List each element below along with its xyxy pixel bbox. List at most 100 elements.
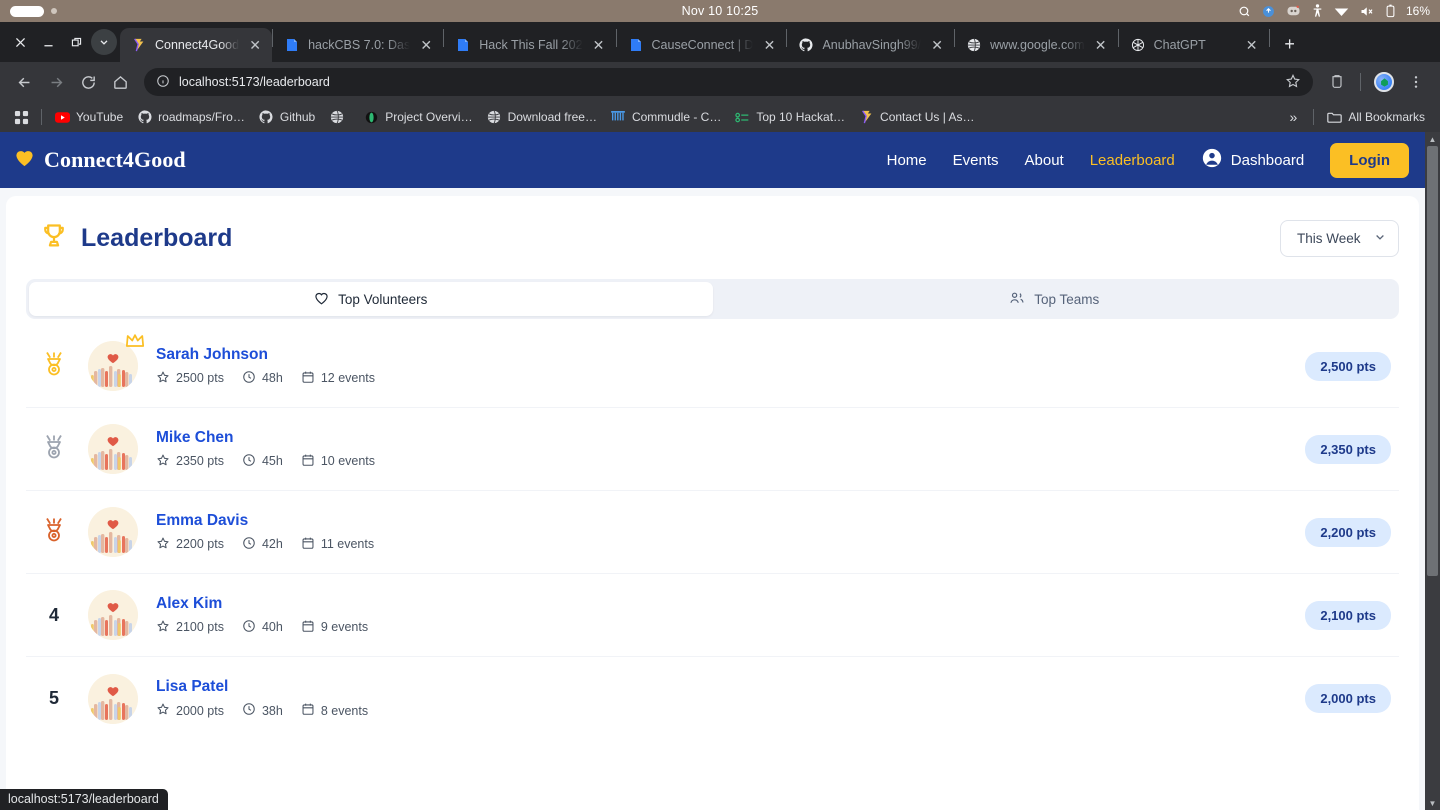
table-row[interactable]: Mike Chen 2350 pts 45h 10 events 2,350 p… [26, 408, 1399, 491]
apps-grid-icon[interactable] [8, 107, 35, 128]
extensions-icon[interactable] [1323, 68, 1351, 96]
kebab-menu-icon[interactable] [1402, 68, 1430, 96]
bookmark-item[interactable]: YouTube [48, 107, 130, 128]
avatar [88, 673, 138, 724]
tab-title: Hack This Fall 202 [479, 38, 583, 52]
browser-tab[interactable]: ChatGPT ✕ [1119, 28, 1269, 62]
address-bar[interactable]: localhost:5173/leaderboard [144, 68, 1313, 96]
github-icon [798, 37, 814, 53]
browser-tab[interactable]: Hack This Fall 202 ✕ [444, 28, 615, 62]
table-row[interactable]: 5 Lisa Patel 2000 pts 38h 8 events 2,000… [26, 657, 1399, 740]
bookmark-item[interactable]: Commudle - C… [604, 107, 728, 128]
accessibility-icon[interactable] [1312, 4, 1323, 18]
stat-events: 8 events [301, 702, 368, 719]
avatar [88, 334, 145, 391]
star-icon [156, 370, 170, 387]
new-tab-button[interactable]: + [1276, 30, 1304, 58]
stat-hours: 40h [242, 619, 283, 636]
reload-icon[interactable] [74, 68, 102, 96]
bookmark-item[interactable]: Github [252, 107, 322, 128]
battery-icon[interactable] [1386, 4, 1395, 18]
stat-value: 2500 pts [176, 371, 224, 385]
tab-close-icon[interactable]: ✕ [1244, 38, 1260, 52]
all-bookmarks-button[interactable]: All Bookmarks [1320, 107, 1432, 128]
stat-hours: 42h [242, 536, 283, 553]
os-clock: Nov 10 10:25 [681, 4, 759, 18]
bookmark-item[interactable] [322, 107, 357, 128]
bookmarks-overflow-button[interactable]: » [1280, 109, 1308, 125]
stat-value: 45h [261, 454, 283, 468]
nav-link-home[interactable]: Home [887, 152, 927, 169]
window-minimize-button[interactable] [35, 29, 61, 55]
stat-points: 2100 pts [156, 619, 224, 636]
stat-events: 11 events [301, 536, 374, 553]
browser-tab[interactable]: www.google.com ✕ [955, 28, 1118, 62]
avatar-image [88, 424, 138, 474]
address-bar-url: localhost:5173/leaderboard [179, 75, 330, 89]
scrollbar-thumb[interactable] [1427, 146, 1438, 576]
table-row[interactable]: Sarah Johnson 2500 pts 48h 12 events 2,5… [26, 325, 1399, 408]
browser-tab[interactable]: hackCBS 7.0: Das ✕ [273, 28, 443, 62]
leaderboard-tabs: Top Volunteers Top Teams [26, 279, 1399, 319]
star-icon[interactable] [1285, 73, 1301, 92]
dashboard-label: Dashboard [1230, 151, 1305, 169]
volume-muted-icon[interactable] [1360, 5, 1375, 18]
stat-hours: 45h [242, 453, 283, 470]
bookmark-item[interactable]: Download free… [480, 107, 604, 128]
star-icon [156, 536, 170, 553]
tab-close-icon[interactable]: ✕ [761, 38, 777, 52]
forward-arrow-icon[interactable] [42, 68, 70, 96]
bookmark-item[interactable]: roadmaps/Fro… [130, 107, 252, 128]
tab-search-button[interactable] [91, 29, 117, 55]
person-name[interactable]: Emma Davis [156, 512, 374, 530]
nav-link-leaderboard[interactable]: Leaderboard [1090, 152, 1175, 169]
person-name[interactable]: Sarah Johnson [156, 346, 375, 364]
window-close-button[interactable] [7, 29, 33, 55]
table-row[interactable]: Emma Davis 2200 pts 42h 11 events 2,200 … [26, 491, 1399, 574]
person-info: Mike Chen 2350 pts 45h 10 events [156, 429, 375, 470]
rank-number: 5 [48, 688, 59, 708]
home-icon[interactable] [106, 68, 134, 96]
bookmark-item[interactable]: Contact Us | As… [852, 107, 981, 128]
bookmark-item[interactable]: Top 10 Hackat… [728, 107, 852, 128]
tab-close-icon[interactable]: ✕ [418, 38, 434, 52]
bookmark-label: Contact Us | As… [880, 110, 975, 124]
stat-events: 12 events [301, 370, 375, 387]
browser-tab[interactable]: AnubhavSingh99/ ✕ [787, 28, 954, 62]
table-row[interactable]: 4 Alex Kim 2100 pts 40h 9 events 2,100 p… [26, 574, 1399, 657]
tab-close-icon[interactable]: ✕ [247, 38, 263, 52]
globe-icon [966, 37, 982, 53]
bookmark-item[interactable]: Project Overvi… [357, 107, 479, 128]
nav-link-dashboard[interactable]: Dashboard [1201, 147, 1304, 173]
update-icon[interactable] [1262, 5, 1275, 18]
timeframe-filter[interactable]: This Week This Month All Time [1280, 220, 1399, 257]
os-status-bar: Nov 10 10:25 16% [0, 0, 1440, 22]
search-icon[interactable] [1238, 5, 1251, 18]
nav-link-about[interactable]: About [1025, 152, 1064, 169]
tab-label: Top Volunteers [338, 291, 428, 307]
back-arrow-icon[interactable] [10, 68, 38, 96]
nav-link-events[interactable]: Events [953, 152, 999, 169]
browser-tab[interactable]: CauseConnect | D ✕ [617, 28, 787, 62]
person-name[interactable]: Mike Chen [156, 429, 375, 447]
tab-top-volunteers[interactable]: Top Volunteers [29, 282, 713, 316]
page-scrollbar[interactable]: ▲ ▼ [1425, 132, 1440, 810]
discord-icon[interactable] [1286, 5, 1301, 17]
tab-close-icon[interactable]: ✕ [929, 38, 945, 52]
info-icon[interactable] [156, 74, 170, 91]
network-icon[interactable] [1334, 6, 1349, 17]
login-button[interactable]: Login [1330, 142, 1409, 178]
tab-close-icon[interactable]: ✕ [591, 38, 607, 52]
window-restore-button[interactable] [63, 29, 89, 55]
avatar[interactable] [1370, 68, 1398, 96]
person-name[interactable]: Lisa Patel [156, 678, 368, 696]
tab-close-icon[interactable]: ✕ [1093, 38, 1109, 52]
web-page: Connect4Good Home Events About Leaderboa… [0, 132, 1425, 810]
tab-top-teams[interactable]: Top Teams [713, 282, 1397, 316]
timeframe-select[interactable]: This Week This Month All Time [1280, 220, 1399, 257]
scroll-down-icon[interactable]: ▼ [1425, 796, 1440, 810]
site-logo[interactable]: Connect4Good [14, 147, 186, 173]
browser-tab[interactable]: Connect4Good ✕ [120, 28, 273, 62]
person-name[interactable]: Alex Kim [156, 595, 368, 613]
scroll-up-icon[interactable]: ▲ [1425, 132, 1440, 146]
